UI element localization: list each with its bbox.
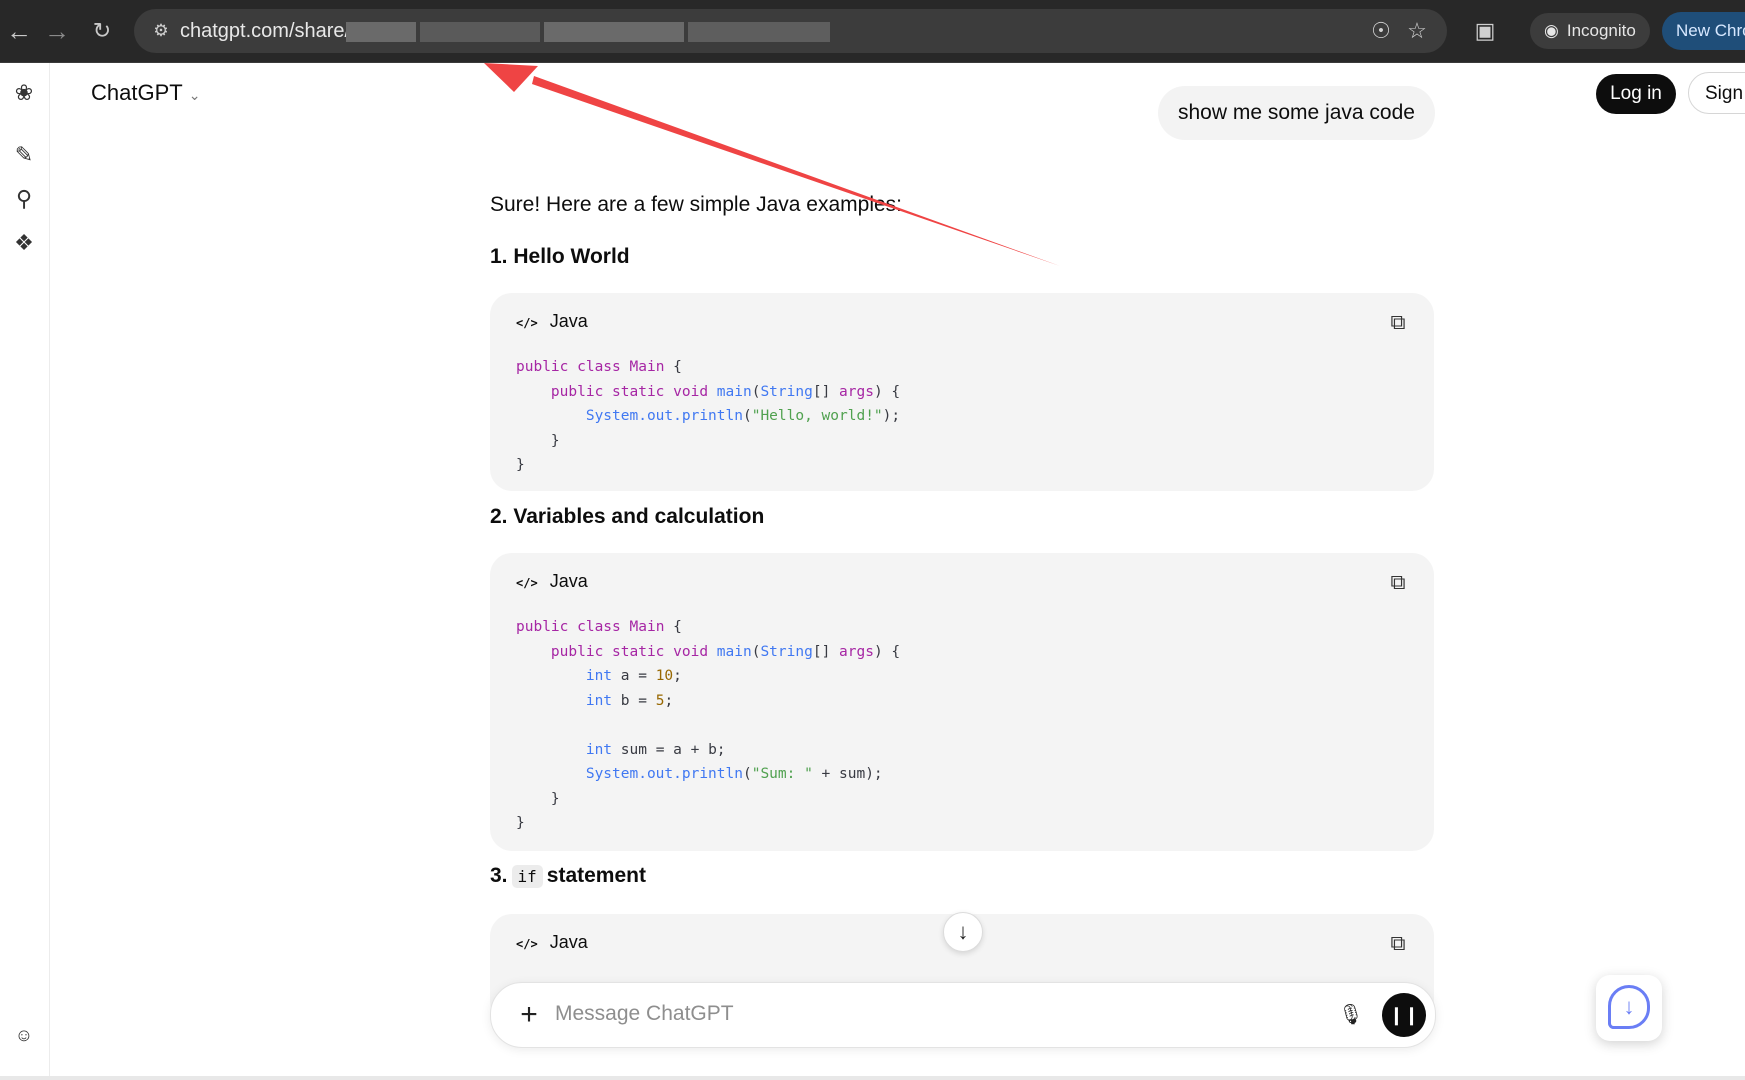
- window-bottom-border: [0, 1076, 1745, 1080]
- arrow-head: [484, 63, 538, 92]
- annotation-arrow: [484, 63, 1060, 266]
- arrow-shaft: [532, 76, 1060, 266]
